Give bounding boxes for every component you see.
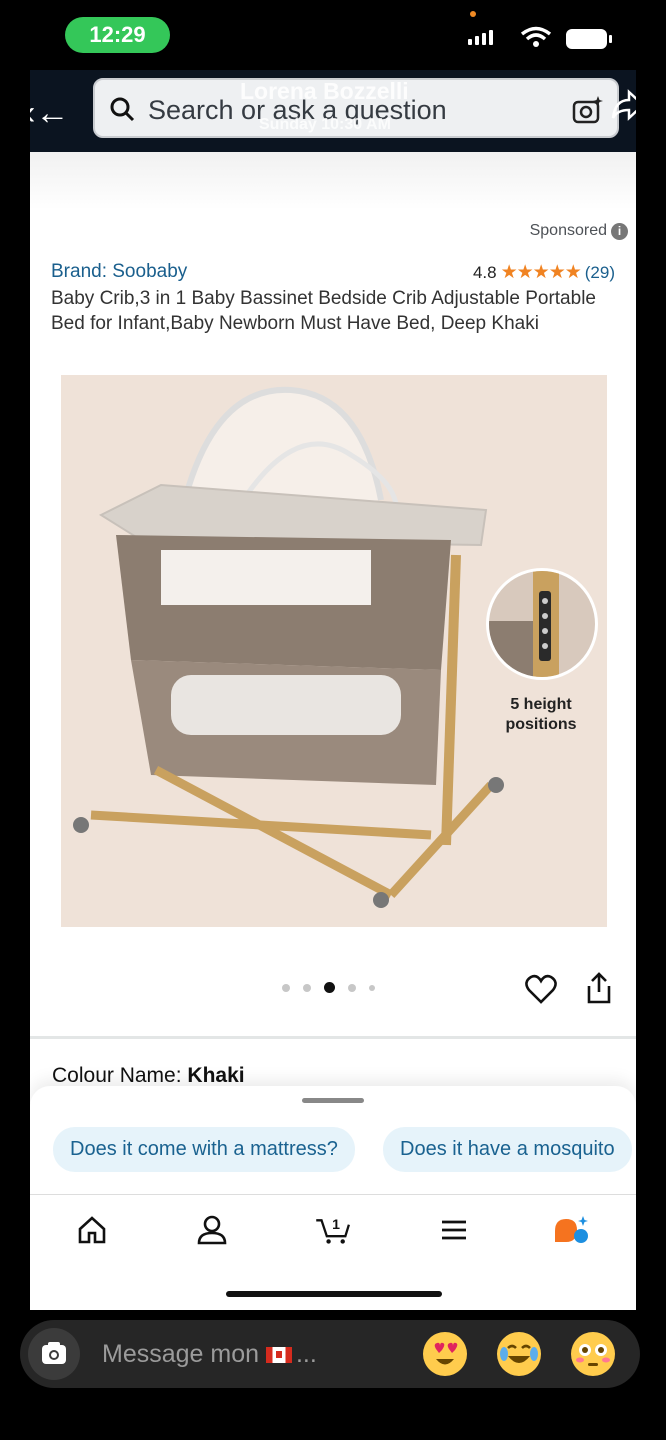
- forward-share-icon[interactable]: [611, 88, 636, 122]
- home-icon[interactable]: [77, 1215, 107, 1245]
- menu-icon[interactable]: [439, 1215, 469, 1245]
- colour-label: Colour Name:: [52, 1064, 182, 1087]
- rating-count[interactable]: (29): [585, 263, 615, 283]
- message-composer[interactable]: Message mon ...: [20, 1320, 640, 1388]
- height-label-line2: positions: [505, 716, 577, 733]
- amazon-page: ‹← Search or ask a question Lorena Bozze…: [30, 70, 636, 1310]
- product-title: Baby Crib,3 in 1 Baby Bassinet Bedside C…: [51, 288, 596, 334]
- carousel-dot[interactable]: [369, 984, 375, 991]
- signal-icon: [468, 30, 493, 45]
- image-carousel-dots[interactable]: [282, 982, 375, 993]
- story-username: Lorena Bozzelli: [240, 78, 409, 104]
- carousel-dot[interactable]: [303, 983, 311, 992]
- heart-eyes-emoji-icon[interactable]: [423, 1332, 467, 1376]
- camera-icon: [42, 1342, 66, 1364]
- message-placeholder: Message mon: [102, 1340, 260, 1368]
- suggestion-chip[interactable]: Does it have a mosquito: [383, 1127, 632, 1172]
- colour-value: Khaki: [187, 1064, 245, 1087]
- privacy-indicator: [470, 11, 476, 17]
- star-rating-icon: ★★★★★: [500, 262, 582, 283]
- camera-search-icon[interactable]: [572, 94, 604, 126]
- camera-button[interactable]: [28, 1328, 80, 1380]
- colour-selection: Colour Name: Khaki: [52, 1064, 245, 1088]
- home-indicator[interactable]: [226, 1291, 442, 1297]
- carousel-dot-active[interactable]: [324, 982, 335, 993]
- time-pill[interactable]: 12:29: [65, 17, 170, 53]
- info-icon[interactable]: i: [611, 222, 628, 240]
- sponsored-text: Sponsored: [529, 222, 607, 239]
- rufus-assistant-icon[interactable]: [553, 1215, 591, 1245]
- account-icon[interactable]: [197, 1215, 227, 1245]
- height-label-line1: 5 height: [510, 696, 572, 713]
- search-icon: [110, 97, 135, 122]
- heart-icon[interactable]: [525, 974, 557, 1004]
- brand-link[interactable]: Brand: Soobaby: [51, 261, 187, 283]
- divider: [30, 1036, 636, 1039]
- top-bar: ‹← Search or ask a question Lorena Bozze…: [30, 70, 636, 152]
- sponsored-label[interactable]: Sponsored i: [530, 222, 628, 240]
- height-positions-label: 5 height positions: [481, 695, 601, 735]
- carousel-dot[interactable]: [348, 983, 356, 992]
- wifi-icon: [520, 26, 552, 47]
- header-shadow: [30, 152, 636, 210]
- product-image[interactable]: 5 height positions: [61, 375, 607, 927]
- flushed-emoji-icon[interactable]: [571, 1332, 615, 1376]
- message-input[interactable]: Message mon ...: [102, 1340, 317, 1369]
- message-ellipsis: ...: [295, 1340, 317, 1368]
- rating-value: 4.8: [472, 262, 497, 282]
- suggestion-chip[interactable]: Does it come with a mattress?: [53, 1127, 355, 1172]
- story-timestamp: Sunday 10:30 AM: [259, 116, 391, 133]
- status-bar: 12:29: [0, 0, 666, 70]
- battery-icon: [566, 29, 612, 49]
- rating-summary[interactable]: 4.8 ★★★★★ (29): [473, 261, 615, 284]
- sheet-drag-handle[interactable]: [302, 1098, 364, 1103]
- carousel-dot[interactable]: [282, 983, 290, 992]
- cart-icon[interactable]: 1: [313, 1215, 353, 1245]
- height-detail-inset: [486, 568, 598, 680]
- share-icon[interactable]: [585, 972, 613, 1004]
- back-arrow-icon[interactable]: ‹←: [30, 94, 69, 133]
- cart-count: 1: [332, 1216, 340, 1232]
- tears-of-joy-emoji-icon[interactable]: [497, 1332, 541, 1376]
- bottom-navigation: 1: [30, 1194, 636, 1310]
- suggestion-sheet: Does it come with a mattress? Does it ha…: [30, 1086, 636, 1194]
- canada-flag-icon: [265, 1347, 292, 1364]
